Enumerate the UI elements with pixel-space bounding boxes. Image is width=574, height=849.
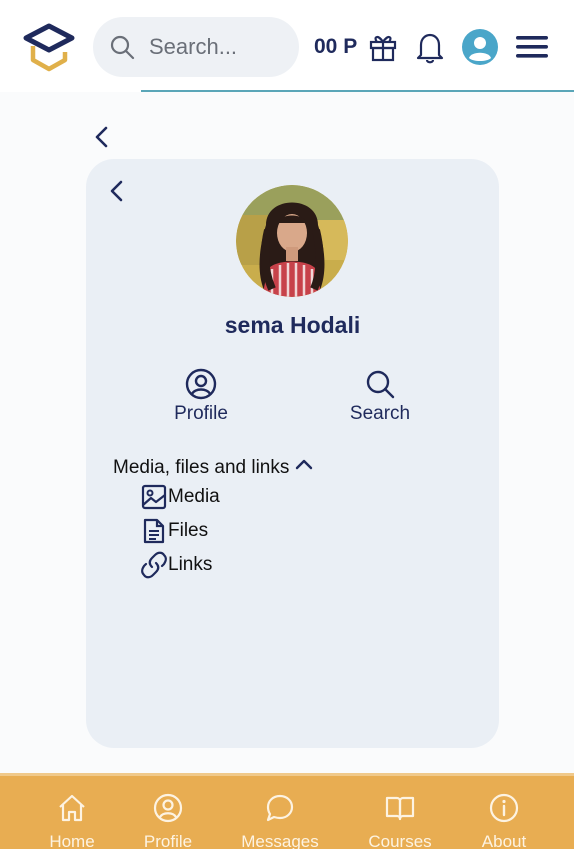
files-link[interactable]: Files	[140, 517, 208, 545]
card-back-arrow-icon[interactable]	[106, 178, 128, 204]
nav-messages-label: Messages	[241, 832, 319, 849]
search-icon	[366, 370, 395, 399]
search-bar[interactable]	[93, 17, 299, 77]
info-icon	[489, 793, 519, 823]
search-input[interactable]	[149, 34, 289, 60]
profile-photo	[236, 185, 348, 297]
user-avatar-icon[interactable]	[462, 29, 498, 65]
nav-profile[interactable]: Profile	[118, 792, 218, 849]
nav-about[interactable]: About	[454, 792, 554, 849]
user-circle-icon	[185, 368, 217, 400]
menu-icon[interactable]	[515, 33, 549, 61]
section-title: Media, files and links	[113, 457, 290, 478]
gift-icon[interactable]	[368, 32, 398, 62]
nav-profile-label: Profile	[143, 832, 193, 849]
media-section-toggle[interactable]: Media, files and links	[113, 457, 315, 479]
contact-info-card: sema Hodali Profile Search Media, files …	[86, 159, 499, 748]
bottom-navigation: Home Profile Messages Courses About	[0, 773, 574, 849]
media-label: Media	[168, 486, 220, 507]
nav-messages[interactable]: Messages	[230, 792, 330, 849]
nav-home[interactable]: Home	[22, 792, 122, 849]
nav-home-label: Home	[49, 832, 95, 849]
bell-icon[interactable]	[415, 30, 445, 64]
nav-courses-label: Courses	[368, 832, 432, 849]
file-text-icon	[143, 518, 165, 544]
book-icon	[385, 796, 415, 821]
link-icon	[141, 551, 167, 579]
search-action-label: Search	[349, 403, 411, 424]
profile-action-label: Profile	[174, 403, 228, 424]
back-arrow-icon[interactable]	[91, 124, 113, 150]
search-action-button[interactable]: Search	[320, 367, 440, 425]
top-header: 00 P	[0, 0, 574, 92]
chevron-up-icon	[296, 459, 313, 470]
user-name: sema Hodali	[224, 312, 361, 338]
nav-about-label: About	[481, 832, 527, 849]
nav-courses[interactable]: Courses	[350, 792, 450, 849]
media-link[interactable]: Media	[140, 483, 220, 511]
search-icon	[110, 35, 135, 60]
image-icon	[141, 484, 167, 510]
user-circle-icon	[153, 793, 183, 823]
app-logo-icon[interactable]	[22, 22, 76, 74]
points-balance: 00 P	[314, 35, 358, 58]
links-label: Links	[168, 554, 213, 575]
profile-action-button[interactable]: Profile	[141, 367, 261, 425]
links-link[interactable]: Links	[140, 551, 212, 579]
home-icon	[59, 794, 85, 822]
message-icon	[266, 794, 294, 822]
files-label: Files	[168, 520, 209, 541]
header-divider	[141, 90, 574, 92]
